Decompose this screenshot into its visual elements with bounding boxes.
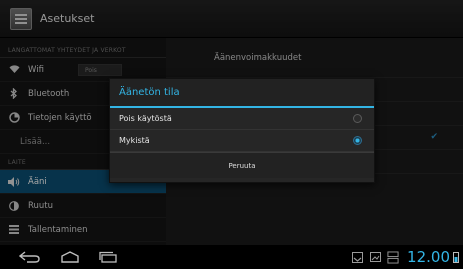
clock: 12.00 xyxy=(407,248,450,266)
dialog-title: Äänetön tila xyxy=(110,79,374,108)
status-area[interactable]: 12.00 xyxy=(345,249,459,265)
option-off[interactable]: Pois käytöstä xyxy=(110,108,374,130)
navigation-bar: 12.00 xyxy=(0,245,463,269)
cancel-button[interactable]: Peruuta xyxy=(110,152,374,178)
recent-apps-icon[interactable] xyxy=(96,249,120,265)
network-icon xyxy=(387,251,399,263)
settings-screen: Asetukset LANGATTOMAT YHTEYDET JA VERKOT… xyxy=(0,0,463,269)
option-label: Mykistä xyxy=(119,136,150,145)
option-mute[interactable]: Mykistä xyxy=(110,130,374,152)
screenshot-icon xyxy=(369,251,381,263)
battery-icon xyxy=(453,251,459,263)
back-icon[interactable] xyxy=(18,249,42,265)
radio-selected-icon[interactable] xyxy=(353,136,362,145)
option-label: Pois käytöstä xyxy=(119,114,172,123)
silent-mode-dialog: Äänetön tila Pois käytöstä Mykistä Peruu… xyxy=(109,78,375,183)
home-icon[interactable] xyxy=(58,249,82,265)
notification-icon xyxy=(351,251,363,263)
radio-unselected-icon[interactable] xyxy=(353,114,362,123)
